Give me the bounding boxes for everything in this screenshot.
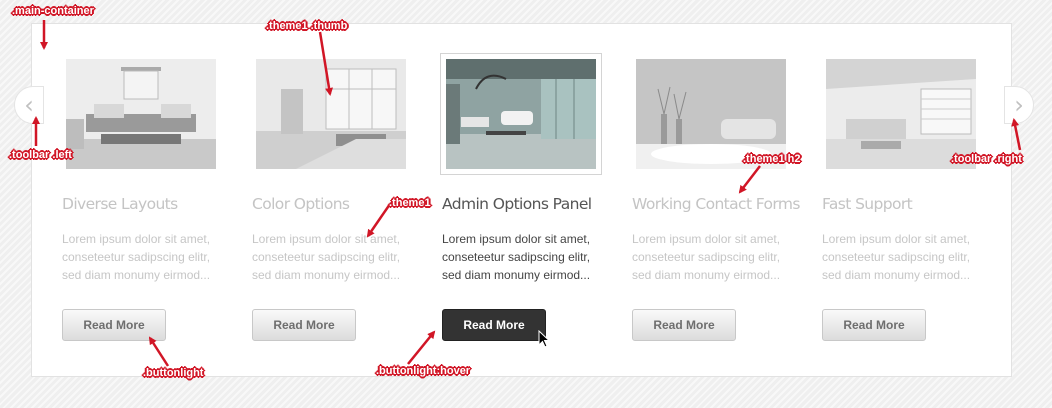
annotation-buttonlight: .buttonlight (143, 367, 204, 379)
modern-lounge-photo (446, 59, 596, 169)
card-description: Lorem ipsum dolor sit amet, conseteetur … (822, 232, 971, 282)
annotation-main-container: .main-container (12, 5, 94, 17)
carousel-prev-button[interactable]: ‹ (14, 86, 44, 124)
annotation-theme1: .theme1 (389, 197, 431, 209)
living-room-photo (66, 59, 216, 169)
card-title: Diverse Layouts (62, 195, 178, 213)
thumbnail-diverse-layouts[interactable] (66, 59, 216, 169)
annotation-h2: .theme1 h2 (743, 153, 801, 165)
thumbnail-admin-options-panel[interactable] (440, 53, 602, 175)
annotation-thumb: .theme1 .thumb (266, 20, 348, 32)
card-description: Lorem ipsum dolor sit amet, conseteetur … (632, 232, 781, 282)
read-more-button[interactable]: Read More (252, 309, 356, 341)
chevron-left-icon: ‹ (24, 91, 34, 119)
annotation-toolbar-left: .toolbar .left (9, 149, 72, 161)
read-more-button[interactable]: Read More (62, 309, 166, 341)
annotation-buttonlight-hover: .buttonlight:hover (376, 365, 471, 377)
card-description: Lorem ipsum dolor sit amet, conseteetur … (62, 232, 211, 282)
card-title: Working Contact Forms (632, 195, 801, 213)
read-more-button[interactable]: Read More (632, 309, 736, 341)
read-more-button[interactable]: Read More (822, 309, 926, 341)
carousel-next-button[interactable]: › (1004, 86, 1034, 124)
card-description: Lorem ipsum dolor sit amet, conseteetur … (442, 232, 591, 282)
thumbnail-color-options[interactable] (256, 59, 406, 169)
card-title: Color Options (252, 195, 350, 213)
read-more-button[interactable]: Read More (442, 309, 546, 341)
card-title: Fast Support (822, 195, 913, 213)
sunlit-room-photo (256, 59, 406, 169)
card-description: Lorem ipsum dolor sit amet, conseteetur … (252, 232, 401, 282)
annotation-toolbar-right: .toolbar .right (951, 153, 1022, 165)
main-container: Diverse Layouts Lorem ipsum dolor sit am… (31, 23, 1012, 377)
mouse-cursor-icon (538, 330, 550, 348)
card-title: Admin Options Panel (442, 195, 592, 213)
chevron-right-icon: › (1014, 91, 1024, 119)
